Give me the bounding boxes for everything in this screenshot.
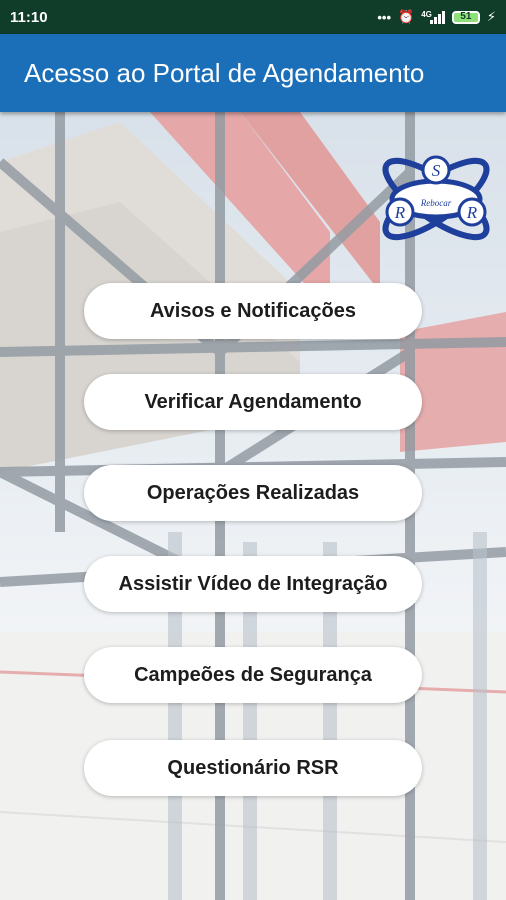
battery-icon: 51 — [451, 10, 480, 24]
logo-letter-s: S — [432, 161, 441, 180]
logo-subtext: Rebocar — [420, 198, 452, 208]
status-time: 11:10 — [10, 8, 48, 26]
app-bar: Acesso ao Portal de Agendamento — [0, 34, 506, 112]
logo-letter-r-right: R — [466, 203, 478, 222]
operacoes-realizadas-button[interactable]: Operações Realizadas — [84, 465, 422, 521]
company-logo: S R R Rebocar — [372, 150, 500, 248]
notification-dots-icon: ••• — [377, 9, 391, 25]
charging-icon: ⚡ — [486, 9, 496, 24]
signal-icon: 4G — [421, 9, 445, 24]
alarm-clock-icon: ⏰ — [398, 9, 415, 24]
status-icons: ••• ⏰ 4G 51 ⚡ — [377, 9, 496, 25]
avisos-notificacoes-button[interactable]: Avisos e Notificações — [84, 283, 422, 339]
status-bar: 11:10 ••• ⏰ 4G 51 ⚡ — [0, 0, 506, 34]
campeoes-seguranca-button[interactable]: Campeões de Segurança — [84, 647, 422, 703]
verificar-agendamento-button[interactable]: Verificar Agendamento — [84, 374, 422, 430]
assistir-video-integracao-button[interactable]: Assistir Vídeo de Integração — [84, 556, 422, 612]
atom-logo-icon: S R R Rebocar — [382, 155, 490, 241]
network-type: 4G — [421, 9, 432, 19]
logo-letter-r-left: R — [394, 203, 406, 222]
page-title: Acesso ao Portal de Agendamento — [24, 57, 425, 88]
questionario-rsr-button[interactable]: Questionário RSR — [84, 740, 422, 796]
